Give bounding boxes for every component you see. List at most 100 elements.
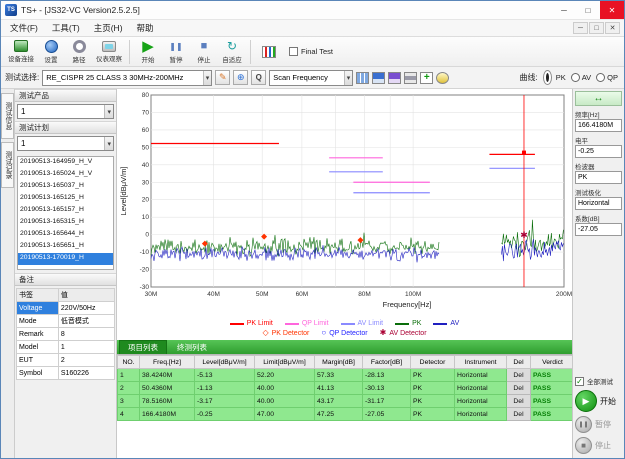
delete-cell-button[interactable]: Del xyxy=(507,369,531,382)
product-dropdown[interactable]: 1 ▾ xyxy=(17,104,114,119)
curve-radio-av[interactable]: AV xyxy=(571,68,591,87)
path-button[interactable]: 路径 xyxy=(65,39,93,65)
result-cell: 166.4180M xyxy=(140,408,195,421)
notes-key: Voltage xyxy=(17,302,59,315)
pause-button[interactable]: ❚❚暂停 xyxy=(162,39,190,65)
svg-text:Frequency[Hz]: Frequency[Hz] xyxy=(383,300,432,309)
curve-radio-qp[interactable]: QP xyxy=(596,68,618,87)
mdi-close-button[interactable]: ✕ xyxy=(605,22,620,34)
plan-dropdown[interactable]: 1 ▾ xyxy=(17,136,114,151)
start-icon: ▶ xyxy=(142,40,154,53)
result-cell: 2 xyxy=(118,382,140,395)
start-test-button[interactable]: ▶ 开始 xyxy=(575,390,622,412)
result-cell: Horizontal xyxy=(455,369,507,382)
menu-item-2[interactable]: 主页(H) xyxy=(87,20,130,36)
svg-text:50M: 50M xyxy=(256,291,269,298)
notes-key: Remark xyxy=(17,328,59,341)
tab-item-list[interactable]: 项目列表 xyxy=(119,340,167,355)
close-button[interactable]: ✕ xyxy=(600,1,624,19)
spectrum-chart[interactable]: 80706050403020100-10-20-3030M40M50M60M80… xyxy=(117,89,574,319)
run-item[interactable]: 20190513-165157_H xyxy=(18,205,113,217)
run-item[interactable]: 20190513-165024_H_V xyxy=(18,169,113,181)
legend-item: AV xyxy=(433,320,459,327)
legend-label: AV xyxy=(450,320,459,327)
probe-button[interactable] xyxy=(436,72,449,84)
vtab-test-records[interactable]: 测试记录 xyxy=(1,142,14,188)
maximize-button[interactable]: □ xyxy=(576,1,600,19)
zoom-button[interactable]: ⊕ xyxy=(233,70,248,85)
result-cell: 3 xyxy=(118,395,140,408)
start-button[interactable]: ▶开始 xyxy=(134,39,162,65)
marker-readout: 频率[Hz]166.4180M电平-0.25检波器PK测试极化Horizonta… xyxy=(575,106,622,236)
result-cell: 57.33 xyxy=(315,369,363,382)
vtab-test-info[interactable]: 测试信息 xyxy=(1,93,14,139)
stop-icon: ■ xyxy=(201,40,208,53)
result-cell: -3.17 xyxy=(195,395,255,408)
tab-final-list[interactable]: 终测列表 xyxy=(169,341,215,354)
menu-item-3[interactable]: 帮助 xyxy=(130,20,161,36)
legend-item: PK Limit xyxy=(230,320,273,327)
delete-cell-button[interactable]: Del xyxy=(507,382,531,395)
delete-cell-button[interactable]: Del xyxy=(507,408,531,421)
result-cell: 40.00 xyxy=(255,382,315,395)
svg-text:30: 30 xyxy=(142,179,150,186)
run-item[interactable]: 20190513-165315_H xyxy=(18,217,113,229)
edit-button[interactable]: ✎ xyxy=(215,70,230,85)
notes-row[interactable]: Voltage220V/50Hz xyxy=(17,302,115,315)
chevron-down-icon: ▾ xyxy=(104,105,113,118)
readout-value[interactable]: -0.25 xyxy=(575,145,622,158)
menu-item-0[interactable]: 文件(F) xyxy=(3,20,45,36)
stop-test-button[interactable]: ■ 停止 xyxy=(575,437,622,454)
notes-header: 书签 xyxy=(17,289,59,302)
notes-row[interactable]: Model1 xyxy=(17,341,115,354)
pause-test-button[interactable]: ❚❚ 暂停 xyxy=(575,416,622,433)
device-connect-button[interactable]: 设备连接 xyxy=(5,39,37,64)
table-view-button[interactable] xyxy=(356,72,369,84)
all-test-checkbox[interactable]: ✓ 全部测试 xyxy=(575,376,622,386)
table-row[interactable]: 250.4360M-1.1340.0041.13-30.13PKHorizont… xyxy=(118,382,573,395)
readout-value[interactable]: PK xyxy=(575,171,622,184)
window-controls: ─ □ ✕ xyxy=(552,1,624,19)
instrument-watch-button[interactable]: 仪表观察 xyxy=(93,40,125,64)
chevron-down-icon: ▾ xyxy=(203,71,212,85)
notes-row[interactable]: Remark8 xyxy=(17,328,115,341)
run-item[interactable]: 20190513-164959_H_V xyxy=(18,157,113,169)
menu-item-1[interactable]: 工具(T) xyxy=(45,20,87,36)
settings-button[interactable]: 设置 xyxy=(37,39,65,65)
add-button[interactable]: + xyxy=(420,72,433,84)
run-item[interactable]: 20190513-170019_H xyxy=(18,253,113,265)
notes-row[interactable]: EUT2 xyxy=(17,354,115,367)
delete-cell-button[interactable]: Del xyxy=(507,395,531,408)
chart-area[interactable]: 80706050403020100-10-20-3030M40M50M60M80… xyxy=(117,89,572,319)
test-runs-list[interactable]: 20190513-164959_H_V20190513-165024_H_V20… xyxy=(17,156,114,270)
readout-value[interactable]: 166.4180M xyxy=(575,119,622,132)
query-button[interactable]: Q xyxy=(251,70,266,85)
test-select-dropdown[interactable]: RE_CISPR 25 CLASS 3 30MHz-200MHz ▾ xyxy=(42,70,212,86)
mdi-minimize-button[interactable]: ─ xyxy=(573,22,588,34)
marker-arrows-button[interactable]: ↔ xyxy=(575,91,622,106)
run-item[interactable]: 20190513-165037_H xyxy=(18,181,113,193)
print-button[interactable] xyxy=(404,72,417,84)
stop-button[interactable]: ■停止 xyxy=(190,39,218,65)
curve-radio-pk[interactable]: PK xyxy=(541,68,566,87)
adaptive-icon: ↻ xyxy=(227,40,237,53)
start-icon: ▶ xyxy=(575,390,597,412)
adaptive-button[interactable]: ↻自适应 xyxy=(218,39,246,65)
run-item[interactable]: 20190513-165651_H xyxy=(18,241,113,253)
readout-value[interactable]: Horizontal xyxy=(575,197,622,210)
table-row[interactable]: 4166.4180M-0.2547.0047.25-27.05PKHorizon… xyxy=(118,408,573,421)
notes-row[interactable]: SymbolS160226 xyxy=(17,367,115,380)
save-as-button[interactable] xyxy=(388,72,401,84)
readout-value[interactable]: -27.05 xyxy=(575,223,622,236)
save-button[interactable] xyxy=(372,72,385,84)
minimize-button[interactable]: ─ xyxy=(552,1,576,19)
notes-row[interactable]: Mode低音模式 xyxy=(17,315,115,328)
table-row[interactable]: 378.5160M-3.1740.0043.17-31.17PKHorizont… xyxy=(118,395,573,408)
mdi-restore-button[interactable]: □ xyxy=(589,22,604,34)
final-test-checkbox[interactable]: Final Test xyxy=(289,47,333,56)
table-row[interactable]: 138.4240M-5.1352.2057.33-28.13PKHorizont… xyxy=(118,369,573,382)
report-chart-button[interactable] xyxy=(255,45,283,59)
run-item[interactable]: 20190513-165644_H xyxy=(18,229,113,241)
scan-mode-dropdown[interactable]: Scan Frequency ▾ xyxy=(269,70,353,86)
run-item[interactable]: 20190513-165125_H xyxy=(18,193,113,205)
